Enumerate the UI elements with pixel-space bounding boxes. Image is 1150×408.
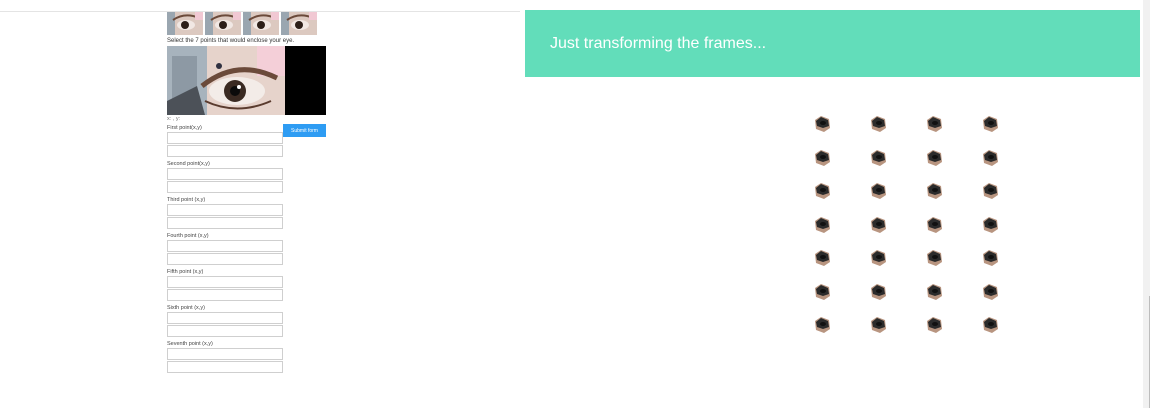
point-label: Fourth point (x,y) <box>167 233 209 239</box>
point-label: Fifth point (x,y) <box>167 269 204 275</box>
transformed-frame <box>926 183 943 200</box>
eye-points-form: First point(x,y) Second point(x,y) Third p… <box>167 124 283 376</box>
point-label: Seventh point (x,y) <box>167 341 213 347</box>
frame-thumbnail[interactable] <box>281 12 317 35</box>
transformed-frame <box>982 149 999 167</box>
transformed-frame <box>982 317 999 334</box>
point-field-group: Third point (x,y) <box>167 196 283 229</box>
transformed-frame <box>814 149 831 167</box>
point-label: Third point (x,y) <box>167 197 206 203</box>
scrollbar[interactable] <box>1143 0 1150 408</box>
point-label: Sixth point (x,y) <box>167 305 205 311</box>
point-y-input[interactable] <box>167 289 283 301</box>
transformed-frame <box>814 317 831 334</box>
transformed-frame <box>982 250 999 267</box>
transformed-frame <box>926 283 943 301</box>
transformed-frame <box>870 317 887 334</box>
transformed-frame <box>982 283 999 301</box>
transformed-frame <box>814 216 831 234</box>
transformed-frame <box>870 250 887 267</box>
point-x-input[interactable] <box>167 312 283 324</box>
transformed-frame <box>926 216 943 234</box>
submit-form-button[interactable]: Submit form <box>283 124 326 137</box>
point-x-input[interactable] <box>167 132 283 144</box>
point-field-group: Second point(x,y) <box>167 160 283 193</box>
transformed-frame <box>814 283 831 301</box>
point-y-input[interactable] <box>167 361 283 373</box>
transformed-frame <box>926 317 943 334</box>
transformed-frame <box>926 149 943 167</box>
point-field-group: Sixth point (x,y) <box>167 304 283 337</box>
point-field-group: Seventh point (x,y) <box>167 340 283 373</box>
point-label: First point(x,y) <box>167 125 202 131</box>
frame-thumbnail[interactable] <box>167 12 203 35</box>
point-field-group: Fifth point (x,y) <box>167 268 283 301</box>
transformed-frame <box>814 183 831 200</box>
point-y-input[interactable] <box>167 253 283 265</box>
point-field-group: First point(x,y) <box>167 124 283 157</box>
transformed-frames-grid <box>814 116 999 334</box>
transformed-frame <box>870 116 887 133</box>
point-label: Second point(x,y) <box>167 161 210 167</box>
point-x-input[interactable] <box>167 348 283 360</box>
transformed-frame <box>870 149 887 167</box>
point-x-input[interactable] <box>167 168 283 180</box>
frame-thumbnails <box>167 12 317 35</box>
status-banner: Just transforming the frames... <box>525 10 1140 77</box>
transformed-frame <box>926 116 943 133</box>
point-y-input[interactable] <box>167 181 283 193</box>
point-y-input[interactable] <box>167 145 283 157</box>
point-field-group: Fourth point (x,y) <box>167 232 283 265</box>
transformed-frame <box>814 250 831 267</box>
point-x-input[interactable] <box>167 204 283 216</box>
frame-thumbnail[interactable] <box>205 12 241 35</box>
coordinate-readout: x: , y: <box>167 116 181 122</box>
point-y-input[interactable] <box>167 217 283 229</box>
instruction-text: Select the 7 points that would enclose y… <box>167 38 295 44</box>
point-x-input[interactable] <box>167 276 283 288</box>
status-message: Just transforming the frames... <box>550 35 767 52</box>
transformed-frame <box>982 183 999 200</box>
transformed-frame <box>926 250 943 267</box>
transformed-frame <box>870 183 887 200</box>
transformed-frame <box>870 216 887 234</box>
transformed-frame <box>982 116 999 133</box>
point-y-input[interactable] <box>167 325 283 337</box>
transformed-frame <box>814 116 831 133</box>
eye-preview-image[interactable] <box>167 46 326 115</box>
transformed-frame <box>870 283 887 301</box>
point-x-input[interactable] <box>167 240 283 252</box>
frame-thumbnail[interactable] <box>243 12 279 35</box>
transformed-frame <box>982 216 999 234</box>
